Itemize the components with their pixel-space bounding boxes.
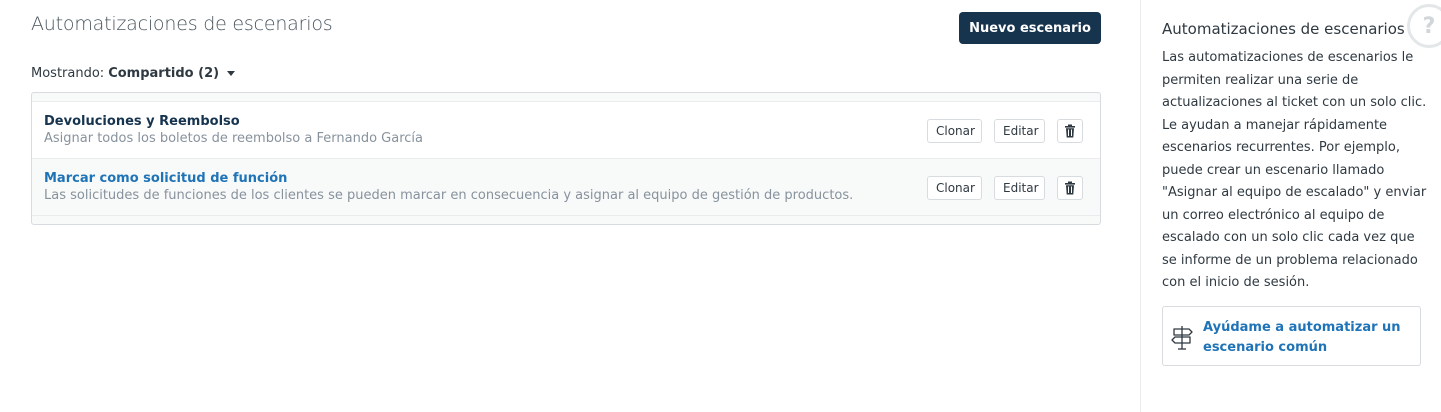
help-automate-card[interactable]: Ayúdame a automatizar un escenario común xyxy=(1162,306,1421,366)
scenario-title-link[interactable]: Devoluciones y Reembolso xyxy=(44,114,240,129)
filter-label: Mostrando: xyxy=(31,66,105,81)
sidebar-title: Automatizaciones de escenarios xyxy=(1162,20,1405,38)
help-automate-link[interactable]: Ayúdame a automatizar un escenario común xyxy=(1203,318,1408,358)
caret-down-icon xyxy=(227,71,236,76)
delete-button[interactable] xyxy=(1057,176,1083,200)
trash-icon xyxy=(1065,181,1075,195)
scenario-description: Las solicitudes de funciones de los clie… xyxy=(44,188,854,203)
trash-icon xyxy=(1065,124,1075,138)
help-sidebar: ? Automatizaciones de escenarios Las aut… xyxy=(1141,0,1441,412)
list-item: Devoluciones y Reembolso Asignar todos l… xyxy=(32,101,1100,158)
new-scenario-button[interactable]: Nuevo escenario xyxy=(959,12,1101,44)
scenario-list: Devoluciones y Reembolso Asignar todos l… xyxy=(31,92,1101,225)
delete-button[interactable] xyxy=(1057,119,1083,143)
edit-button[interactable]: Editar xyxy=(994,176,1045,200)
edit-button[interactable]: Editar xyxy=(994,119,1045,143)
scenario-title-link[interactable]: Marcar como solicitud de función xyxy=(44,171,287,186)
sidebar-description: Las automatizaciones de escenarios le pe… xyxy=(1162,50,1427,290)
clone-button[interactable]: Clonar xyxy=(927,176,982,200)
signpost-icon xyxy=(1171,326,1193,350)
scenario-description: Asignar todos los boletos de reembolso a… xyxy=(44,131,423,146)
filter-dropdown[interactable]: Mostrando: Compartido (2) xyxy=(31,66,236,81)
clone-button[interactable]: Clonar xyxy=(927,119,982,143)
page-title: Automatizaciones de escenarios xyxy=(31,13,333,35)
main-panel: Automatizaciones de escenarios Nuevo esc… xyxy=(0,0,1141,412)
list-item: Marcar como solicitud de función Las sol… xyxy=(32,158,1100,216)
filter-value: Compartido (2) xyxy=(108,66,220,81)
help-icon[interactable]: ? xyxy=(1407,4,1441,48)
